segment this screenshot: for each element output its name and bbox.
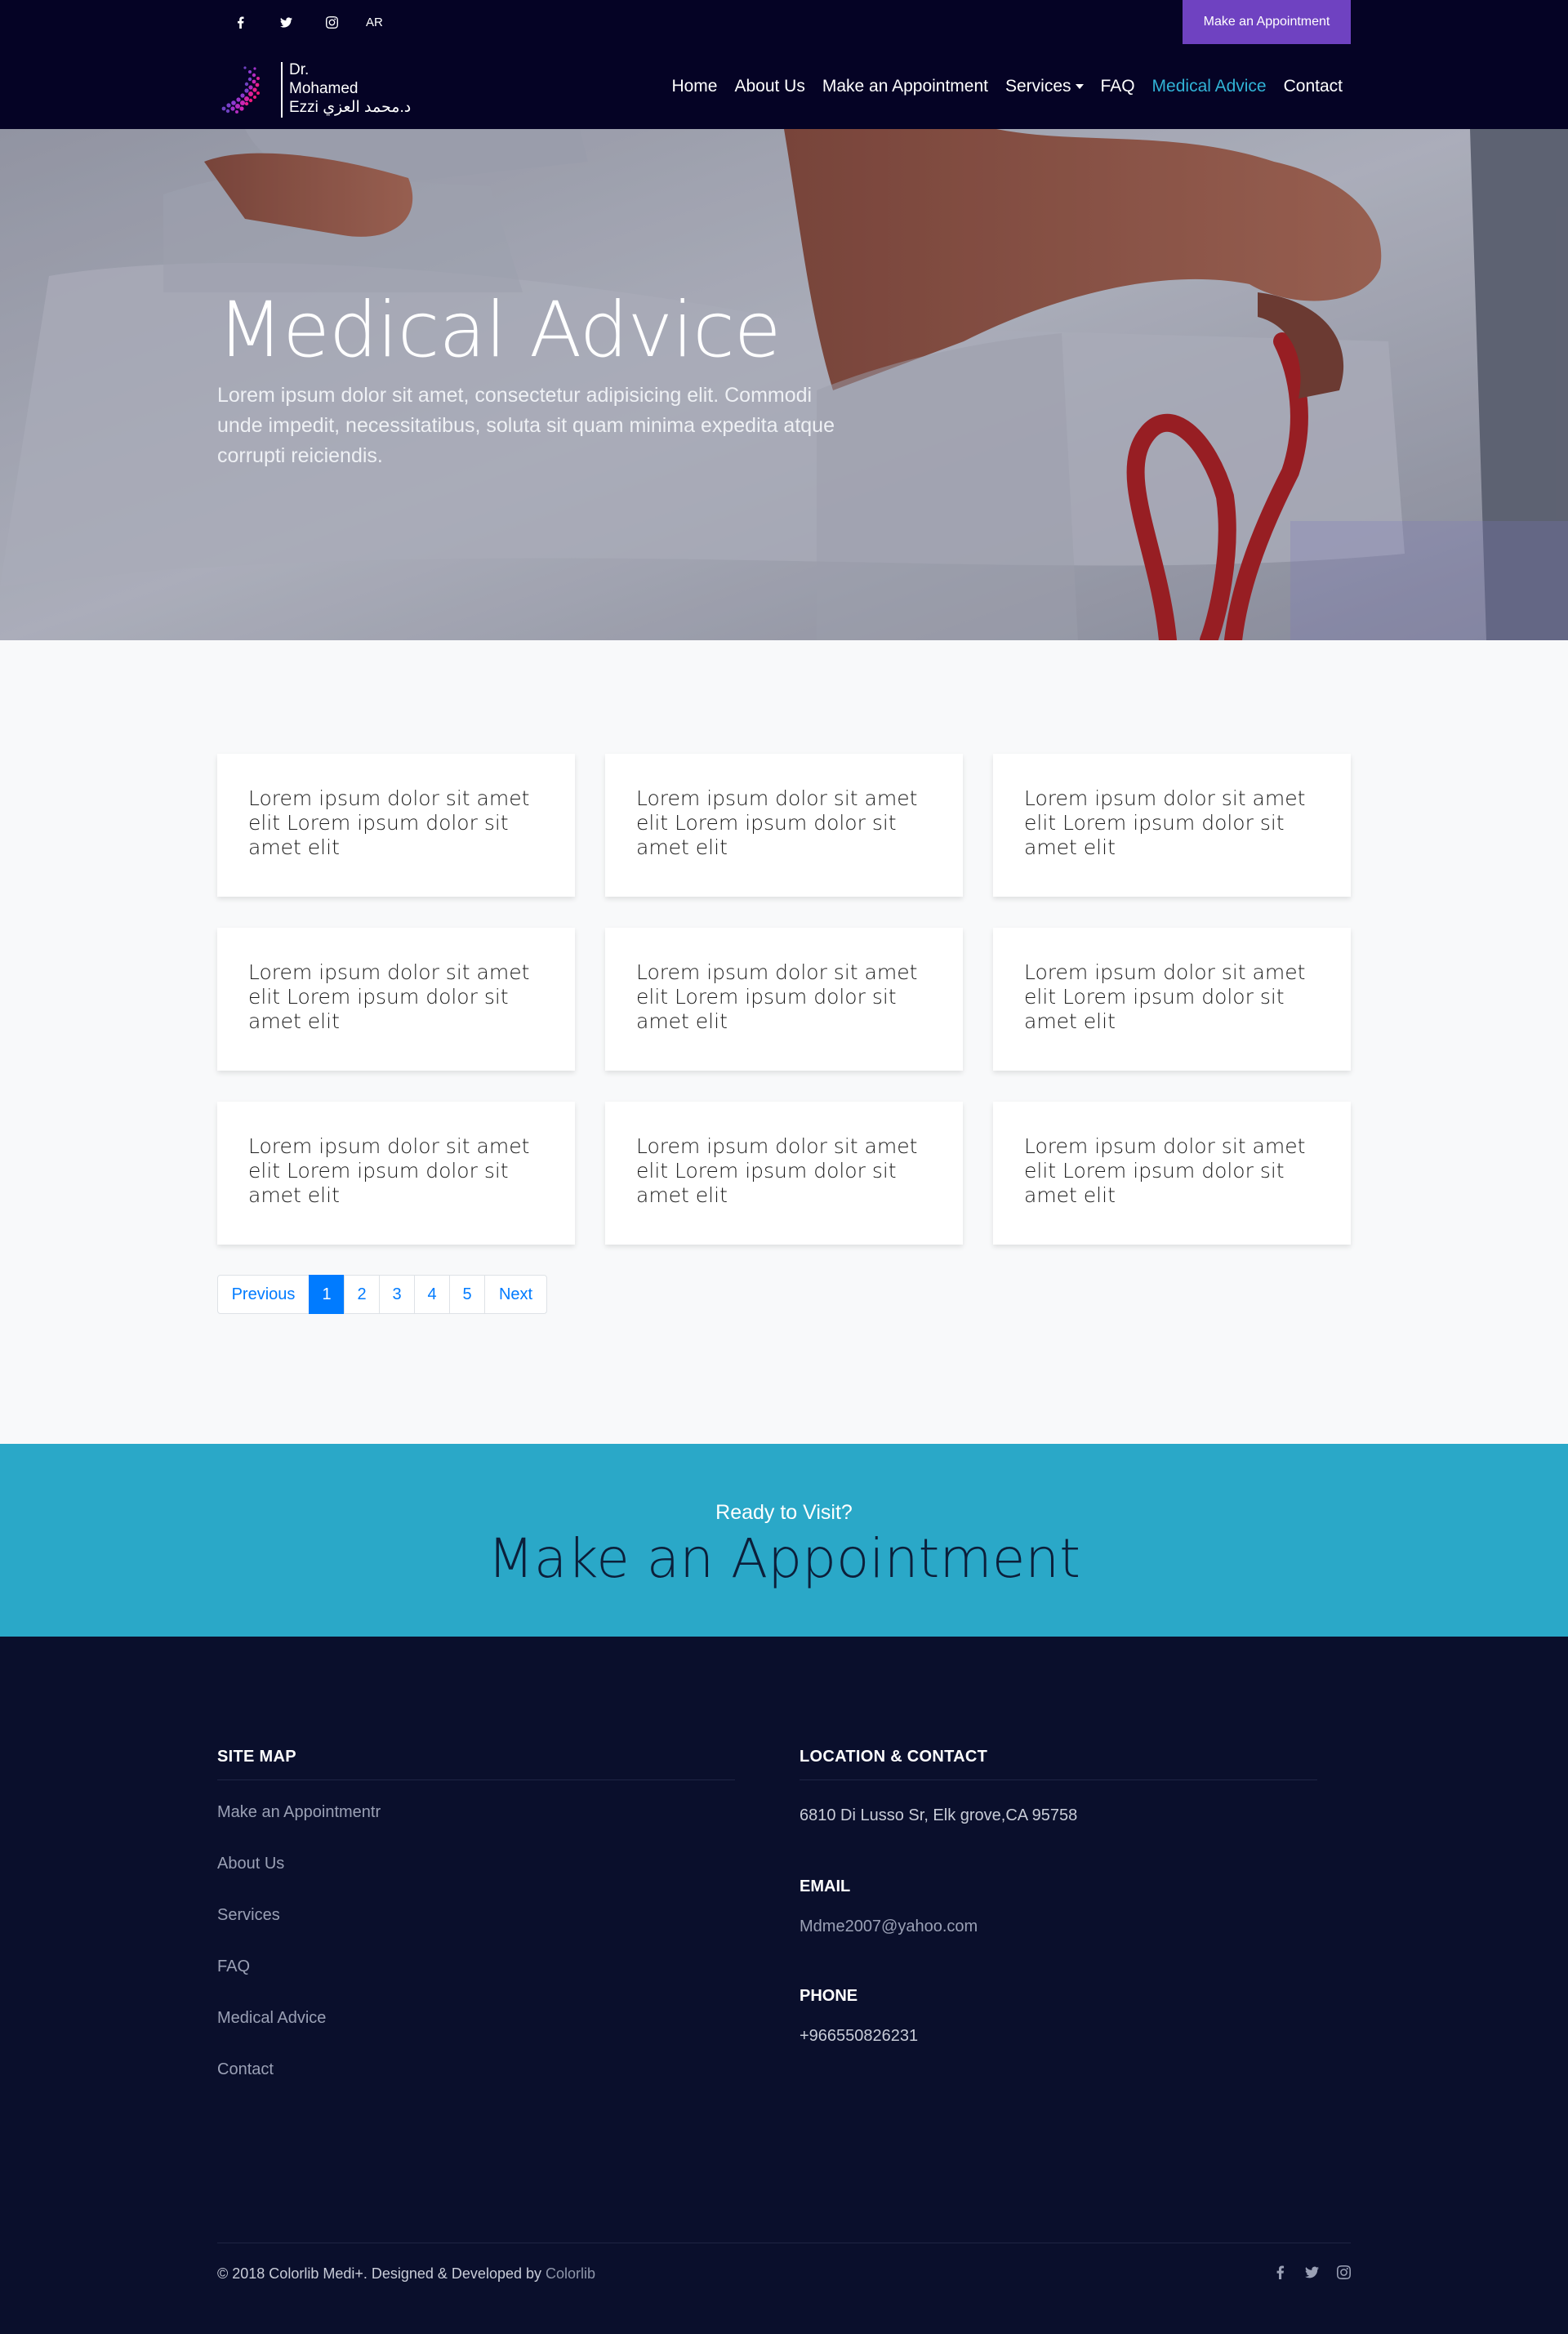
nav-faq[interactable]: FAQ [1101,77,1135,96]
main-nav: Home About Us Make an Appointment Servic… [654,44,1343,129]
nav-services-dropdown[interactable]: Services [1005,77,1084,96]
advice-card[interactable]: Lorem ipsum dolor sit amet elit Lorem ip… [217,928,575,1071]
logo-line-1: Dr. [289,61,310,78]
caret-down-icon [1075,84,1084,89]
contact-phone: +966550826231 [800,2027,919,2045]
pagination-page-3[interactable]: 3 [379,1275,415,1314]
logo-divider [281,62,283,118]
copyright-text: © 2018 Colorlib Medi+. Designed & Develo… [217,2265,541,2282]
logo-line-2: Mohamed [289,80,359,97]
advice-card[interactable]: Lorem ipsum dolor sit amet elit Lorem ip… [217,1102,575,1245]
nav-contact[interactable]: Contact [1284,77,1343,96]
advice-card[interactable]: Lorem ipsum dolor sit amet elit Lorem ip… [993,1102,1351,1245]
nav-about-us[interactable]: About Us [734,77,804,96]
advice-card-text: Lorem ipsum dolor sit amet elit Lorem ip… [636,960,918,1033]
logo-text: Dr. Mohamed Ezzi د.محمد العزي [289,60,411,117]
advice-card[interactable]: Lorem ipsum dolor sit amet elit Lorem ip… [993,754,1351,897]
pagination-previous[interactable]: Previous [217,1275,310,1314]
email-label: EMAIL [800,1877,851,1895]
sitemap-link[interactable]: Make an Appointmentr [217,1803,735,1822]
advice-card-text: Lorem ipsum dolor sit amet elit Lorem ip… [1024,960,1306,1033]
main-navbar: Dr. Mohamed Ezzi د.محمد العزي Home About… [0,44,1568,129]
sitemap-link[interactable]: About Us [217,1855,735,1873]
nav-medical-advice[interactable]: Medical Advice [1152,77,1267,96]
contact-email-link[interactable]: Mdme2007@yahoo.com [800,1918,1317,1936]
cta-title: Make an Appointment [487,1527,1081,1590]
cta-subtitle: Ready to Visit? [715,1501,853,1524]
pagination-page-2[interactable]: 2 [344,1275,380,1314]
instagram-icon[interactable] [1337,2265,1351,2283]
sitemap-link[interactable]: Contact [217,2060,735,2079]
advice-card-text: Lorem ipsum dolor sit amet elit Lorem ip… [1024,786,1306,859]
topbar-appointment-button[interactable]: Make an Appointment [1183,0,1351,44]
appointment-cta[interactable]: Ready to Visit? Make an Appointment [0,1444,1568,1637]
hero-banner: Medical Advice Lorem ipsum dolor sit ame… [0,129,1568,640]
advice-cards-grid: Lorem ipsum dolor sit amet elit Lorem ip… [217,754,1351,1245]
advice-card-text: Lorem ipsum dolor sit amet elit Lorem ip… [248,786,530,859]
advice-card[interactable]: Lorem ipsum dolor sit amet elit Lorem ip… [605,754,963,897]
nav-services-label: Services [1005,77,1071,96]
pagination-page-4[interactable]: 4 [414,1275,450,1314]
advice-card-text: Lorem ipsum dolor sit amet elit Lorem ip… [636,786,918,859]
advice-card[interactable]: Lorem ipsum dolor sit amet elit Lorem ip… [605,1102,963,1245]
pagination-page-1[interactable]: 1 [309,1275,345,1314]
footer-sitemap: SITE MAP Make an Appointmentr About Us S… [217,1748,735,2079]
sitemap-link[interactable]: Services [217,1906,735,1925]
sitemap-link[interactable]: FAQ [217,1958,735,1976]
language-switch-ar[interactable]: AR [354,16,383,29]
nav-home[interactable]: Home [671,77,717,96]
copyright: © 2018 Colorlib Medi+. Designed & Develo… [217,2265,595,2283]
sitemap-list: Make an Appointmentr About Us Services F… [217,1803,735,2079]
advice-card-text: Lorem ipsum dolor sit amet elit Lorem ip… [248,1134,530,1207]
nav-make-appointment[interactable]: Make an Appointment [822,77,988,96]
colorlib-link[interactable]: Colorlib [546,2265,595,2282]
pagination-next[interactable]: Next [484,1275,547,1314]
phone-label: PHONE [800,1987,858,2005]
facebook-icon[interactable] [217,0,263,44]
top-bar: AR Make an Appointment [0,0,1568,44]
twitter-icon[interactable] [263,0,309,44]
advice-card-text: Lorem ipsum dolor sit amet elit Lorem ip… [248,960,530,1033]
twitter-icon[interactable] [1305,2265,1319,2283]
hero-title: Medical Advice [217,286,782,375]
pagination-page-5[interactable]: 5 [449,1275,485,1314]
contact-heading: LOCATION & CONTACT [800,1748,1317,1780]
contact-address: 6810 Di Lusso Sr, Elk grove,CA 95758 [800,1806,1078,1824]
advice-card[interactable]: Lorem ipsum dolor sit amet elit Lorem ip… [993,928,1351,1071]
footer-social [1273,2265,1351,2283]
advice-card[interactable]: Lorem ipsum dolor sit amet elit Lorem ip… [217,754,575,897]
hero-text: Lorem ipsum dolor sit amet, consectetur … [217,384,835,467]
facebook-icon[interactable] [1273,2265,1287,2283]
instagram-icon[interactable] [309,0,354,44]
advice-card-text: Lorem ipsum dolor sit amet elit Lorem ip… [1024,1134,1306,1207]
sitemap-heading: SITE MAP [217,1748,735,1780]
site-footer: SITE MAP Make an Appointmentr About Us S… [0,1637,1568,2334]
pagination: Previous 1 2 3 4 5 Next [217,1275,547,1314]
sitemap-link[interactable]: Medical Advice [217,2009,735,2028]
advice-card[interactable]: Lorem ipsum dolor sit amet elit Lorem ip… [605,928,963,1071]
logo-line-3: Ezzi د.محمد العزي [289,99,412,116]
footer-contact: LOCATION & CONTACT 6810 Di Lusso Sr, Elk… [800,1748,1317,2046]
advice-card-text: Lorem ipsum dolor sit amet elit Lorem ip… [636,1134,918,1207]
topbar-social: AR [217,0,383,44]
